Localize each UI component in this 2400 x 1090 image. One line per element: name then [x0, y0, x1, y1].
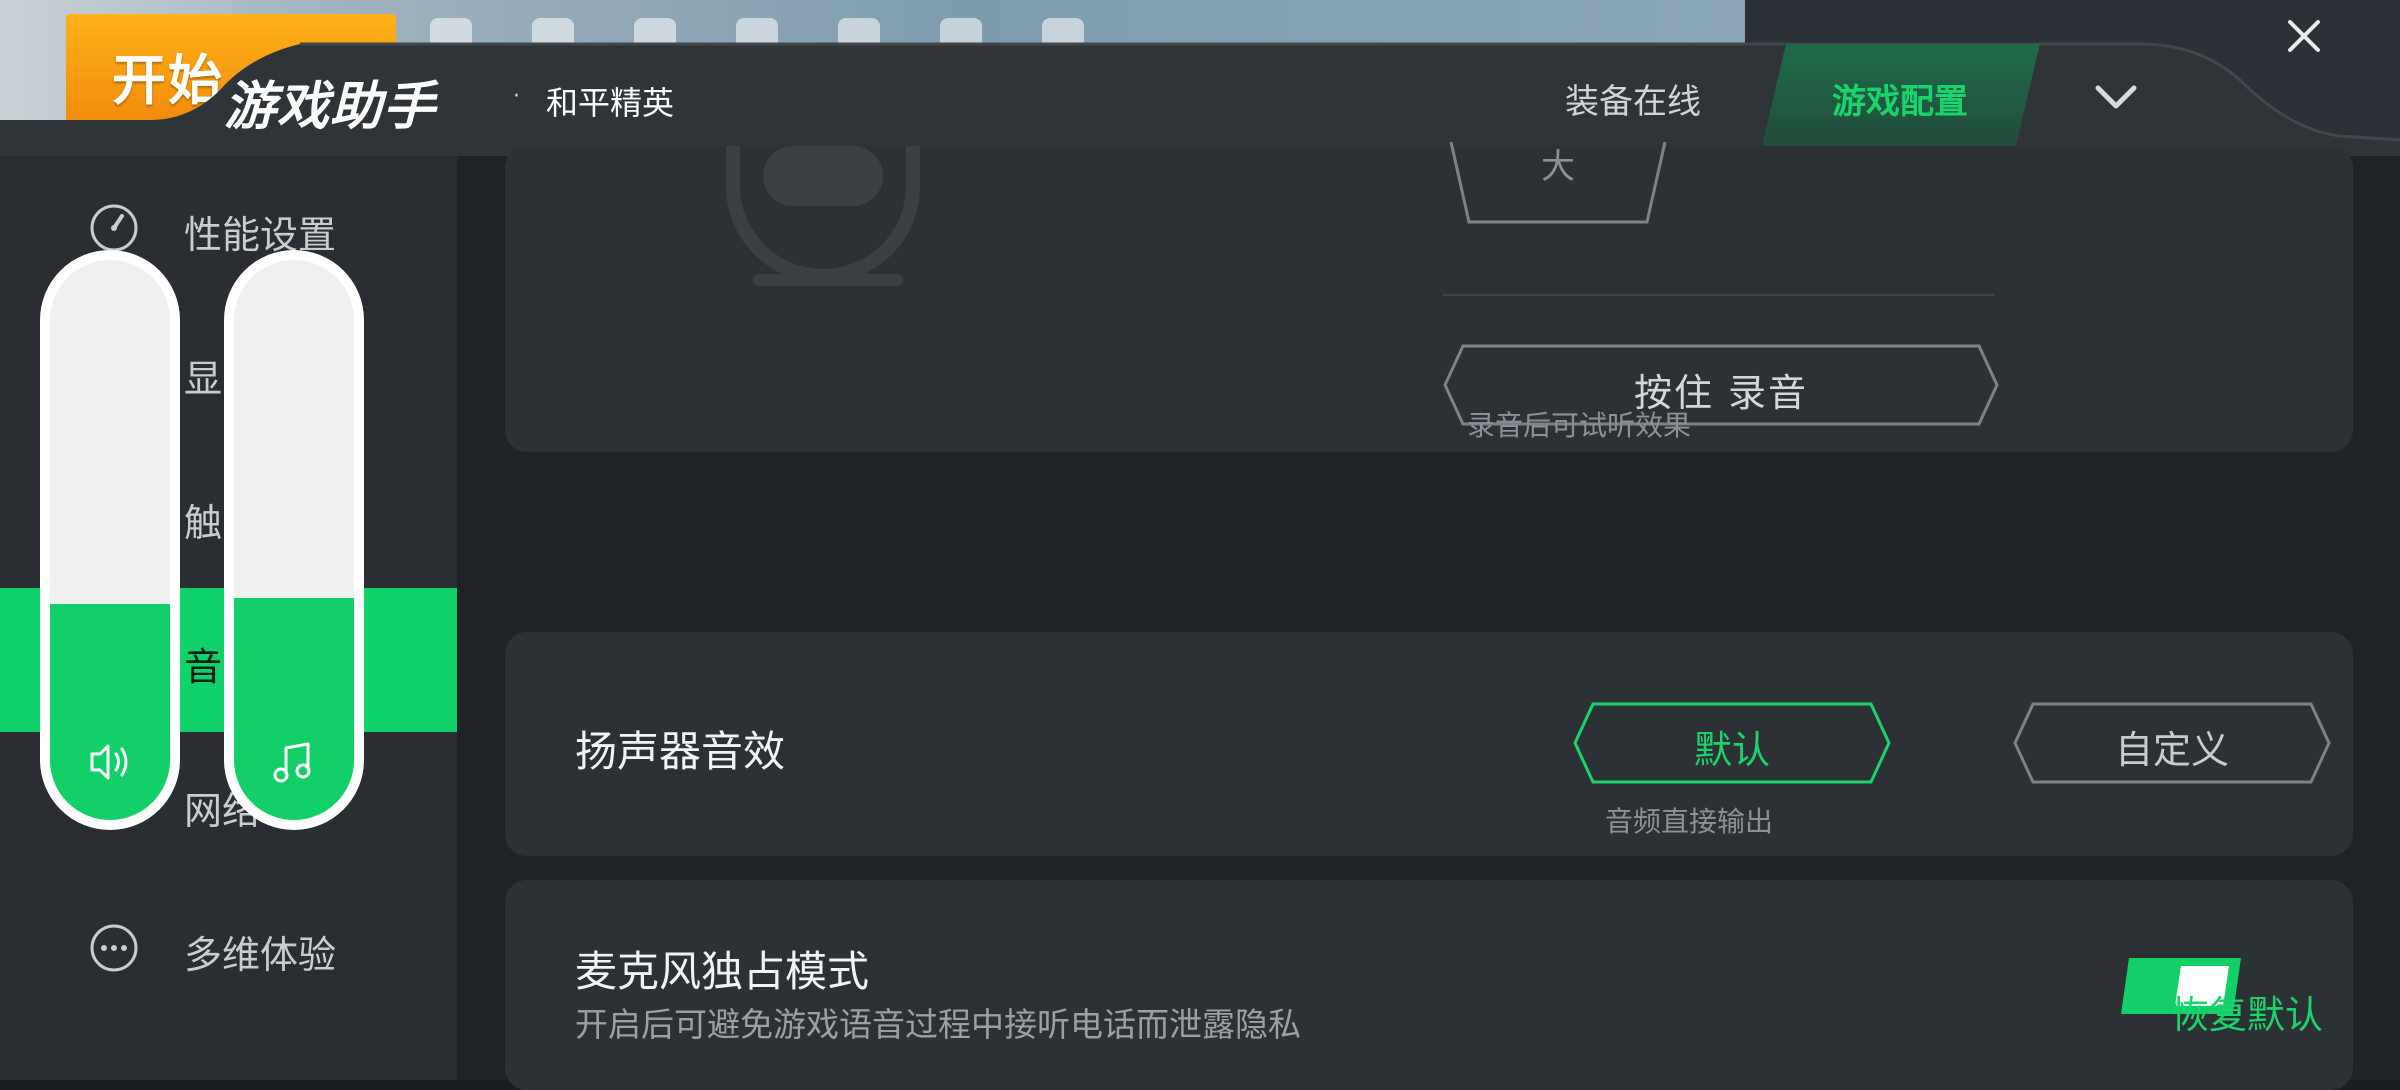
speaker-effect-title: 扬声器音效 — [575, 727, 786, 776]
more-dots-icon — [90, 924, 138, 972]
sidebar-item-label: 音 — [184, 645, 223, 689]
divider — [1443, 294, 1995, 296]
mic-exclusive-card: 麦克风独占模式 开启后可避免游戏语音过程中接听电话而泄露隐私 — [505, 880, 2353, 1090]
sidebar-item-multi-experience[interactable]: 多维体验 — [0, 876, 457, 1020]
music-note-icon — [273, 742, 311, 783]
speaker-default-label: 默认 — [1693, 728, 1770, 772]
sidebar-item-label: 多维体验 — [184, 933, 337, 977]
speaker-custom-label: 自定义 — [2114, 728, 2229, 772]
mic-exclusive-description: 开启后可避免游戏语音过程中接听电话而泄露隐私 — [575, 1005, 1301, 1044]
size-option-label: 大 — [1541, 147, 1575, 187]
title-separator: · — [513, 84, 520, 109]
speedometer-icon — [90, 204, 138, 252]
speaker-icon — [90, 744, 128, 780]
speaker-effect-card: 扬声器音效 默认 自定义 音频直接输出 — [505, 632, 2353, 856]
tab-game-config-label: 游戏配置 — [1832, 82, 1968, 122]
main-content: 大 按住 录音 录音后可试听效果 扬声器音效 默认 自定义 音频直接输出 麦克风… — [457, 142, 2400, 1090]
recording-card: 大 按住 录音 录音后可试听效果 — [505, 142, 2353, 452]
media-volume-slider[interactable] — [40, 250, 180, 830]
mic-exclusive-title: 麦克风独占模式 — [575, 947, 870, 996]
game-name: 和平精英 — [546, 84, 675, 122]
music-volume-slider[interactable] — [224, 250, 364, 830]
restore-default-button[interactable]: 恢复默认 — [2171, 984, 2323, 1039]
size-option-button[interactable]: 大 — [1449, 142, 1667, 224]
sidebar-item-label: 触 — [184, 501, 223, 545]
speaker-hint: 音频直接输出 — [1605, 805, 1774, 838]
sidebar-item-label: 显 — [184, 357, 223, 401]
microphone-icon — [726, 146, 920, 286]
sidebar-item-label: 性能设置 — [184, 213, 337, 257]
tab-game-config[interactable]: 游戏配置 — [1760, 40, 2040, 154]
tab-equipment-online[interactable]: 装备在线 — [1548, 74, 1718, 123]
app-title: 游戏助手 — [224, 77, 437, 137]
record-hint: 录音后可试听效果 — [1467, 409, 1692, 442]
close-icon[interactable] — [2284, 16, 2324, 56]
speaker-default-button[interactable]: 默认 — [1573, 702, 1891, 784]
chevron-down-icon[interactable] — [2092, 78, 2140, 118]
speaker-custom-button[interactable]: 自定义 — [2013, 702, 2331, 784]
